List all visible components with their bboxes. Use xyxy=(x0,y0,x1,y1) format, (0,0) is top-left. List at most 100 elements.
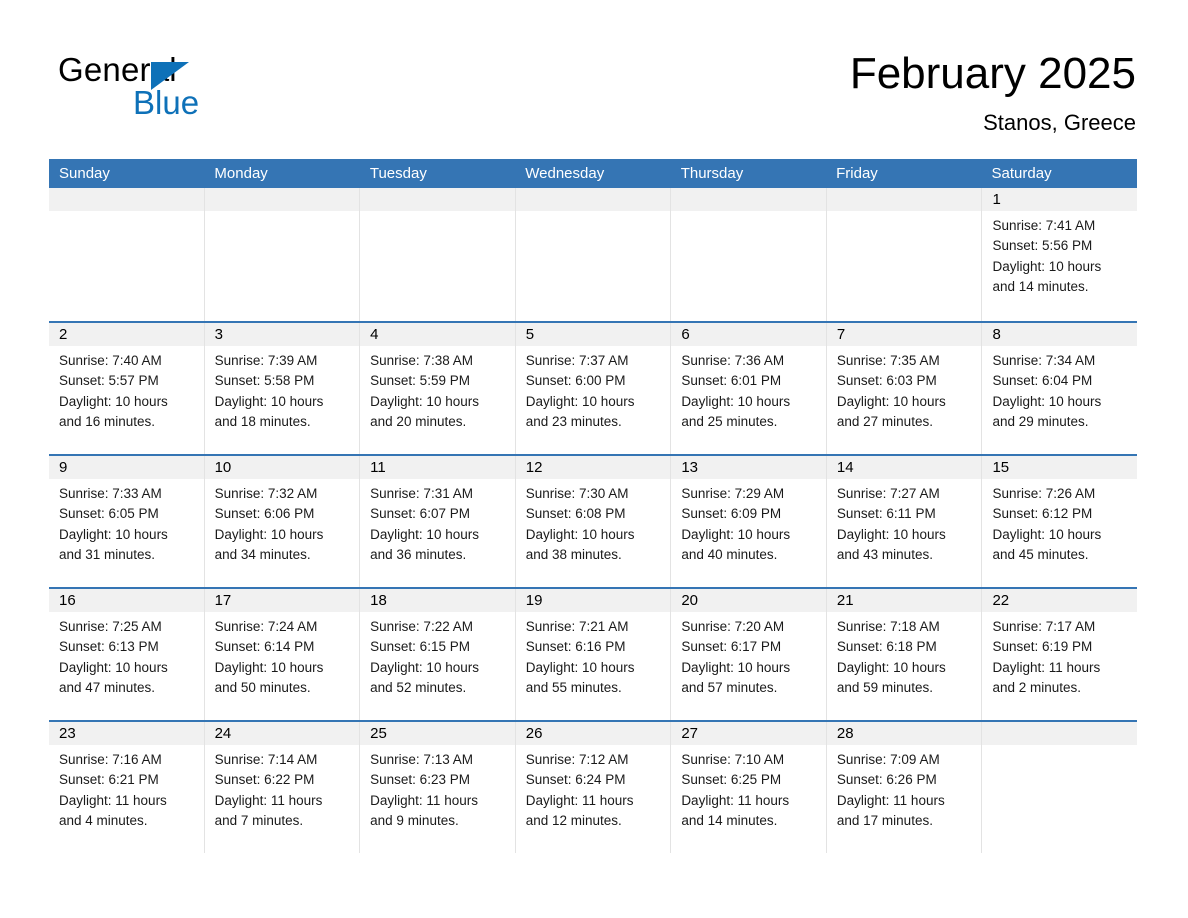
day-number: 12 xyxy=(525,459,543,476)
sunrise-text: Sunrise: 7:16 AM xyxy=(59,752,162,767)
day-details: Sunrise: 7:17 AM Sunset: 6:19 PM Daylight:… xyxy=(982,612,1137,698)
daylight-text-line2: and 34 minutes. xyxy=(214,546,311,562)
calendar-day-cell[interactable]: 4 Sunrise: 7:38 AM Sunset: 5:59 PM Daylight… xyxy=(359,323,515,454)
day-number-band: 15 xyxy=(982,456,1138,479)
sunset-text: Sunset: 6:12 PM xyxy=(992,506,1093,522)
day-number-band xyxy=(671,188,826,211)
day-number: 7 xyxy=(836,326,846,343)
day-number-band: 18 xyxy=(360,589,515,612)
daylight-text-line1: Daylight: 11 hours xyxy=(370,792,478,808)
daylight-text-line1: Daylight: 10 hours xyxy=(214,393,324,409)
calendar-day-cell[interactable]: 20 Sunrise: 7:20 AM Sunset: 6:17 PM Dayligh… xyxy=(670,589,826,720)
day-number-band xyxy=(204,188,360,211)
day-number-band: 25 xyxy=(360,722,515,745)
daylight-text-line2: and 2 minutes. xyxy=(992,679,1082,695)
page-title: February 2025 xyxy=(849,49,1136,98)
sunrise-text: Sunrise: 7:34 AM xyxy=(992,353,1096,368)
location-subtitle: Stanos, Greece xyxy=(983,110,1136,135)
day-number: 26 xyxy=(525,725,543,742)
day-number: 5 xyxy=(525,326,535,343)
sunset-text: Sunset: 6:17 PM xyxy=(681,639,782,655)
calendar-day-cell[interactable]: 27 Sunrise: 7:10 AM Sunset: 6:25 PM Dayligh… xyxy=(670,722,826,853)
day-number-band: 10 xyxy=(204,456,360,479)
day-number: 22 xyxy=(992,592,1010,609)
sunset-text: Sunset: 6:21 PM xyxy=(59,772,159,788)
daylight-text-line2: and 47 minutes. xyxy=(59,679,156,695)
daylight-text-line1: Daylight: 10 hours xyxy=(681,393,791,409)
daylight-text-line1: Daylight: 10 hours xyxy=(214,659,324,675)
calendar-day-cell[interactable]: 23 Sunrise: 7:16 AM Sunset: 6:21 PM Dayligh… xyxy=(49,722,204,853)
calendar-day-cell[interactable]: 16 Sunrise: 7:25 AM Sunset: 6:13 PM Dayligh… xyxy=(49,589,204,720)
sunrise-text: Sunrise: 7:32 AM xyxy=(214,486,318,501)
sunrise-text: Sunrise: 7:27 AM xyxy=(836,486,940,501)
sunrise-text: Sunrise: 7:37 AM xyxy=(525,353,629,368)
day-details: Sunrise: 7:13 AM Sunset: 6:23 PM Daylight:… xyxy=(360,745,515,831)
calendar-day-cell[interactable]: 7 Sunrise: 7:35 AM Sunset: 6:03 PM Daylight… xyxy=(825,323,982,454)
calendar-day-cell[interactable]: 24 Sunrise: 7:14 AM Sunset: 6:22 PM Dayligh… xyxy=(203,722,360,853)
calendar-day-cell[interactable]: 18 Sunrise: 7:22 AM Sunset: 6:15 PM Dayligh… xyxy=(359,589,515,720)
day-details: Sunrise: 7:10 AM Sunset: 6:25 PM Daylight:… xyxy=(671,745,826,831)
day-details: Sunrise: 7:09 AM Sunset: 6:26 PM Daylight:… xyxy=(827,745,982,831)
sunrise-text: Sunrise: 7:25 AM xyxy=(59,619,162,634)
calendar-day-cell[interactable]: 28 Sunrise: 7:09 AM Sunset: 6:26 PM Dayligh… xyxy=(825,722,982,853)
calendar-day-cell[interactable]: 21 Sunrise: 7:18 AM Sunset: 6:18 PM Dayligh… xyxy=(825,589,982,720)
sunrise-text: Sunrise: 7:35 AM xyxy=(836,353,940,368)
daylight-text-line2: and 38 minutes. xyxy=(525,546,622,562)
daylight-text-line1: Daylight: 11 hours xyxy=(681,792,790,808)
sunrise-text: Sunrise: 7:29 AM xyxy=(681,486,785,501)
calendar-day-cell[interactable]: 11 Sunrise: 7:31 AM Sunset: 6:07 PM Dayligh… xyxy=(359,456,515,587)
calendar-day-cell[interactable]: 3 Sunrise: 7:39 AM Sunset: 5:58 PM Daylight… xyxy=(203,323,360,454)
calendar-day-cell-empty xyxy=(49,188,204,321)
daylight-text-line2: and 12 minutes. xyxy=(525,812,622,828)
sunset-text: Sunset: 6:03 PM xyxy=(836,373,937,389)
daylight-text-line2: and 43 minutes. xyxy=(836,546,933,562)
sunset-text: Sunset: 6:19 PM xyxy=(992,639,1093,655)
day-number: 6 xyxy=(681,326,690,343)
sunrise-text: Sunrise: 7:22 AM xyxy=(370,619,473,634)
day-details: Sunrise: 7:27 AM Sunset: 6:11 PM Daylight:… xyxy=(827,479,982,565)
day-number-band: 1 xyxy=(982,188,1138,211)
sunset-text: Sunset: 5:59 PM xyxy=(370,373,470,389)
day-details: Sunrise: 7:20 AM Sunset: 6:17 PM Daylight:… xyxy=(671,612,826,698)
day-number-band: 13 xyxy=(671,456,826,479)
daylight-text-line2: and 29 minutes. xyxy=(992,413,1089,429)
calendar-day-cell[interactable]: 19 Sunrise: 7:21 AM Sunset: 6:16 PM Dayligh… xyxy=(514,589,671,720)
daylight-text-line1: Daylight: 10 hours xyxy=(59,659,168,675)
calendar-day-cell[interactable]: 14 Sunrise: 7:27 AM Sunset: 6:11 PM Dayligh… xyxy=(825,456,982,587)
day-details: Sunrise: 7:24 AM Sunset: 6:14 PM Daylight:… xyxy=(205,612,360,698)
calendar-day-cell[interactable]: 22 Sunrise: 7:17 AM Sunset: 6:19 PM Dayligh… xyxy=(981,589,1138,720)
sunrise-text: Sunrise: 7:14 AM xyxy=(214,752,318,767)
daylight-text-line1: Daylight: 11 hours xyxy=(992,659,1101,675)
daylight-text-line1: Daylight: 10 hours xyxy=(525,526,635,542)
calendar-day-cell[interactable]: 8 Sunrise: 7:34 AM Sunset: 6:04 PM Daylight… xyxy=(981,323,1138,454)
sunset-text: Sunset: 6:08 PM xyxy=(525,506,626,522)
day-number-band: 5 xyxy=(515,323,671,346)
daylight-text-line1: Daylight: 11 hours xyxy=(525,792,634,808)
calendar-day-cell[interactable]: 26 Sunrise: 7:12 AM Sunset: 6:24 PM Dayligh… xyxy=(514,722,671,853)
calendar-page: General Blue February 2025 Stanos, Greec… xyxy=(0,0,1188,918)
calendar-week-row: 2 Sunrise: 7:40 AM Sunset: 5:57 PM Daylight… xyxy=(49,321,1138,454)
sunrise-text: Sunrise: 7:38 AM xyxy=(370,353,473,368)
calendar-week-row: 23 Sunrise: 7:16 AM Sunset: 6:21 PM Dayligh… xyxy=(49,720,1138,853)
day-details: Sunrise: 7:16 AM Sunset: 6:21 PM Daylight:… xyxy=(49,745,204,831)
calendar-day-cell[interactable]: 12 Sunrise: 7:30 AM Sunset: 6:08 PM Dayligh… xyxy=(514,456,671,587)
day-details: Sunrise: 7:18 AM Sunset: 6:18 PM Daylight:… xyxy=(827,612,982,698)
calendar-day-cell[interactable]: 6 Sunrise: 7:36 AM Sunset: 6:01 PM Daylight… xyxy=(670,323,826,454)
title-block: February 2025 Stanos, Greece xyxy=(850,46,1136,138)
calendar-day-cell[interactable]: 13 Sunrise: 7:29 AM Sunset: 6:09 PM Dayligh… xyxy=(670,456,826,587)
day-number-band: 23 xyxy=(49,722,204,745)
calendar-day-cell[interactable]: 10 Sunrise: 7:32 AM Sunset: 6:06 PM Dayligh… xyxy=(203,456,360,587)
day-number: 8 xyxy=(992,326,1001,343)
calendar-day-cell[interactable]: 17 Sunrise: 7:24 AM Sunset: 6:14 PM Dayligh… xyxy=(203,589,360,720)
daylight-text-line2: and 40 minutes. xyxy=(681,546,778,562)
calendar-day-cell[interactable]: 2 Sunrise: 7:40 AM Sunset: 5:57 PM Daylight… xyxy=(49,323,204,454)
day-details: Sunrise: 7:26 AM Sunset: 6:12 PM Daylight:… xyxy=(982,479,1137,565)
calendar-day-cell[interactable]: 5 Sunrise: 7:37 AM Sunset: 6:00 PM Daylight… xyxy=(514,323,671,454)
day-number-band: 21 xyxy=(826,589,982,612)
calendar-day-cell[interactable]: 9 Sunrise: 7:33 AM Sunset: 6:05 PM Daylight… xyxy=(49,456,204,587)
calendar-day-cell[interactable]: 1 Sunrise: 7:41 AM Sunset: 5:56 PM Daylight… xyxy=(981,188,1138,321)
generalblue-logo: General Blue xyxy=(58,52,318,132)
calendar-day-cell[interactable]: 15 Sunrise: 7:26 AM Sunset: 6:12 PM Dayligh… xyxy=(981,456,1138,587)
day-details: Sunrise: 7:36 AM Sunset: 6:01 PM Daylight:… xyxy=(671,346,826,432)
calendar-day-cell[interactable]: 25 Sunrise: 7:13 AM Sunset: 6:23 PM Dayligh… xyxy=(359,722,515,853)
